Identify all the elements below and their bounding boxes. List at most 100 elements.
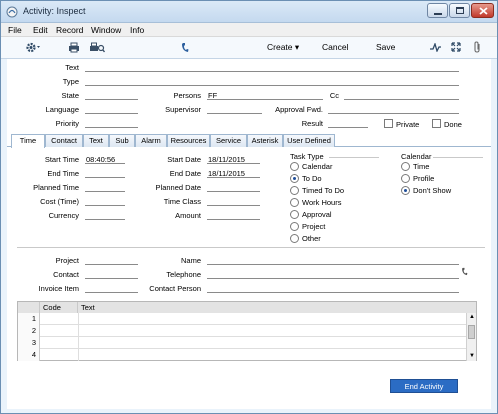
radio-cal-time[interactable] [401, 162, 410, 171]
calendar-title: Calendar [401, 152, 432, 161]
radio-to-do[interactable] [290, 174, 299, 183]
invoice-item-label: Invoice Item [38, 284, 79, 293]
state-field[interactable] [85, 91, 138, 100]
activity-wave-icon[interactable] [430, 43, 441, 52]
maximize-icon [456, 7, 464, 14]
cc-field[interactable] [344, 91, 459, 100]
scroll-up-icon[interactable]: ▲ [469, 314, 475, 320]
radio-cal-dont-show[interactable] [401, 186, 410, 195]
scroll-thumb[interactable] [468, 325, 475, 339]
start-time-field[interactable]: 08:40:56 [85, 155, 125, 164]
done-checkbox[interactable] [432, 119, 441, 128]
menu-file[interactable]: File [8, 25, 22, 35]
radio-other[interactable] [290, 234, 299, 243]
cost-time-field[interactable] [85, 197, 125, 206]
radio-approval-label: Approval [302, 210, 332, 219]
persons-label: Persons [173, 91, 201, 100]
phone-icon[interactable] [181, 42, 189, 53]
private-label: Private [396, 120, 420, 129]
save-button[interactable]: Save [376, 42, 395, 52]
supervisor-field[interactable] [207, 105, 262, 114]
table-row[interactable]: 2 [18, 325, 466, 337]
radio-project[interactable] [290, 222, 299, 231]
cancel-button[interactable]: Cancel [322, 42, 348, 52]
table-row[interactable]: 3 [18, 337, 466, 349]
invoice-item-field[interactable] [85, 284, 138, 293]
private-checkbox[interactable] [384, 119, 393, 128]
tab-resources[interactable]: Resources [167, 134, 210, 147]
create-button[interactable]: Create ▾ [267, 42, 299, 53]
language-label: Language [45, 105, 79, 114]
attachment-icon[interactable] [473, 41, 482, 53]
currency-field[interactable] [85, 211, 125, 220]
end-time-label: End Time [47, 169, 79, 178]
start-date-field[interactable]: 18/11/2015 [207, 155, 260, 164]
approval-fwd-field[interactable] [328, 105, 459, 114]
radio-calendar[interactable] [290, 162, 299, 171]
chevron-down-icon: ▾ [294, 42, 300, 52]
maximize-button[interactable] [449, 3, 470, 18]
grid-corner [18, 302, 40, 313]
print-icon[interactable] [68, 42, 80, 53]
contact-person-label: Contact Person [149, 284, 201, 293]
done-label: Done [444, 120, 462, 129]
menu-record[interactable]: Record [56, 25, 83, 35]
expand-icon[interactable] [451, 42, 461, 52]
tab-sub[interactable]: Sub [109, 134, 135, 147]
radio-cal-profile[interactable] [401, 174, 410, 183]
time-class-field[interactable] [207, 197, 260, 206]
window-title: Activity: Inspect [23, 6, 86, 16]
text-field[interactable] [85, 63, 459, 72]
type-field[interactable] [85, 77, 459, 86]
planned-time-field[interactable] [85, 183, 125, 192]
priority-field[interactable] [85, 119, 138, 128]
menu-edit[interactable]: Edit [33, 25, 48, 35]
radio-work-hours-label: Work Hours [302, 198, 342, 207]
grid-header-text: Text [78, 302, 476, 313]
activity-window: Activity: Inspect File Edit Record Windo… [0, 0, 498, 414]
text-label: Text [65, 63, 79, 72]
start-time-label: Start Time [44, 155, 79, 164]
name-field[interactable] [207, 256, 459, 265]
table-row[interactable]: 1 [18, 313, 466, 325]
close-icon [479, 7, 488, 15]
radio-approval[interactable] [290, 210, 299, 219]
print-preview-icon[interactable] [89, 42, 105, 53]
tab-contact[interactable]: Contact [45, 134, 83, 147]
phone-call-icon[interactable] [461, 267, 468, 276]
tab-alarm[interactable]: Alarm [135, 134, 167, 147]
end-date-field[interactable]: 18/11/2015 [207, 169, 260, 178]
toolbar: Create ▾ Cancel Save [1, 37, 497, 59]
grid-scrollbar[interactable]: ▲ ▼ [466, 313, 476, 361]
tab-asterisk[interactable]: Asterisk [247, 134, 283, 147]
scroll-down-icon[interactable]: ▼ [469, 353, 475, 359]
radio-work-hours[interactable] [290, 198, 299, 207]
planned-date-field[interactable] [207, 183, 260, 192]
end-time-field[interactable] [85, 169, 125, 178]
radio-timed-to-do[interactable] [290, 186, 299, 195]
radio-other-label: Other [302, 234, 321, 243]
language-field[interactable] [85, 105, 138, 114]
tab-service[interactable]: Service [210, 134, 247, 147]
supervisor-label: Supervisor [165, 105, 201, 114]
priority-label: Priority [55, 119, 79, 128]
tab-user-defined[interactable]: User Defined [283, 134, 335, 147]
amount-field[interactable] [207, 211, 260, 220]
menu-info[interactable]: Info [130, 25, 144, 35]
approval-fwd-label: Approval Fwd. [275, 105, 323, 114]
gear-icon[interactable] [25, 41, 41, 54]
end-activity-button[interactable]: End Activity [390, 379, 458, 393]
contact-field[interactable] [85, 270, 138, 279]
menu-window[interactable]: Window [91, 25, 121, 35]
row-number: 3 [18, 337, 40, 349]
state-label: State [61, 91, 79, 100]
contact-person-field[interactable] [207, 284, 459, 293]
project-field[interactable] [85, 256, 138, 265]
table-row[interactable]: 4 [18, 349, 466, 361]
minimize-button[interactable] [427, 3, 448, 18]
result-field[interactable] [328, 119, 368, 128]
telephone-field[interactable] [207, 270, 459, 279]
tab-text[interactable]: Text [83, 134, 109, 147]
close-button[interactable] [471, 3, 494, 18]
tab-time[interactable]: Time [11, 134, 45, 148]
